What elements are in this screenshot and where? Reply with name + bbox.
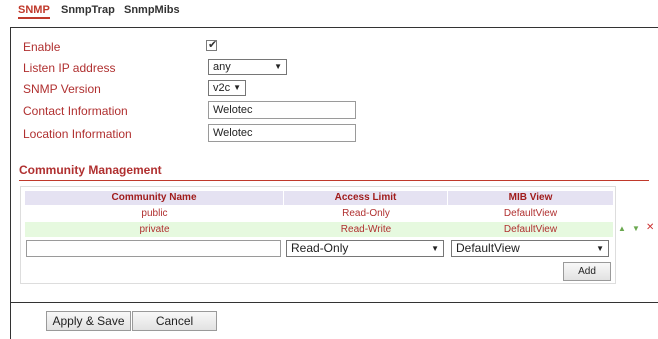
listen-ip-select[interactable]: any ▼ <box>208 59 287 75</box>
mib-view-cell: DefaultView <box>503 208 558 219</box>
table-row: public Read-Only DefaultView <box>25 206 613 221</box>
access-limit-select[interactable]: Read-Only ▼ <box>286 240 444 257</box>
tab-snmptrap[interactable]: SnmpTrap <box>61 4 115 16</box>
add-button[interactable]: Add <box>563 262 611 281</box>
footer-divider <box>10 302 658 303</box>
column-header-community-name: Community Name <box>25 191 284 205</box>
snmp-version-label: SNMP Version <box>23 82 101 96</box>
access-limit-value: Read-Only <box>291 241 349 255</box>
mib-view-cell: DefaultView <box>503 224 558 235</box>
arrow-down-icon[interactable]: ▼ <box>632 225 640 233</box>
caret-down-icon: ▼ <box>431 244 439 253</box>
tab-bar: SNMP SnmpTrap SnmpMibs <box>0 0 658 20</box>
community-section-title: Community Management <box>19 163 162 177</box>
location-input[interactable] <box>208 124 356 142</box>
cancel-button[interactable]: Cancel <box>132 311 217 331</box>
tab-snmpmibs[interactable]: SnmpMibs <box>124 4 180 16</box>
community-name-cell: private <box>139 224 170 235</box>
tab-snmp[interactable]: SNMP <box>18 4 50 19</box>
access-limit-cell: Read-Write <box>340 224 392 235</box>
access-limit-cell: Read-Only <box>342 208 390 219</box>
contact-input[interactable] <box>208 101 356 119</box>
caret-down-icon: ▼ <box>233 83 241 92</box>
column-header-access-limit: Access Limit <box>284 191 448 205</box>
apply-save-button[interactable]: Apply & Save <box>46 311 131 331</box>
arrow-up-icon[interactable]: ▲ <box>618 225 626 233</box>
section-divider <box>19 180 649 181</box>
location-label: Location Information <box>23 127 132 141</box>
column-header-mib-view: MIB View <box>448 191 613 205</box>
contact-label: Contact Information <box>23 104 128 118</box>
mib-view-select[interactable]: DefaultView ▼ <box>451 240 609 257</box>
community-name-cell: public <box>141 208 168 219</box>
mib-view-value: DefaultView <box>456 241 520 255</box>
community-name-input[interactable] <box>26 240 281 257</box>
caret-down-icon: ▼ <box>596 244 604 253</box>
enable-label: Enable <box>23 40 61 54</box>
checkmark-icon: ✔ <box>208 39 218 51</box>
listen-ip-value: any <box>213 61 231 73</box>
caret-down-icon: ▼ <box>274 62 282 71</box>
snmp-version-select[interactable]: v2c ▼ <box>208 80 246 96</box>
listen-ip-label: Listen IP address <box>23 61 116 75</box>
close-icon[interactable]: ✕ <box>646 223 654 233</box>
table-row[interactable]: private Read-Write DefaultView <box>25 222 613 237</box>
snmp-version-value: v2c <box>213 82 231 94</box>
enable-checkbox[interactable]: ✔ <box>206 39 218 51</box>
